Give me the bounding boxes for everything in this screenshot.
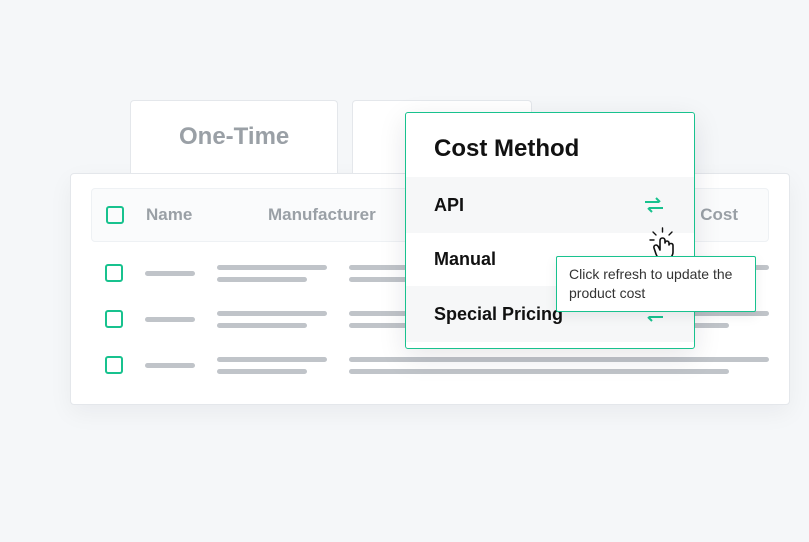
placeholder	[217, 357, 327, 362]
placeholder	[145, 317, 195, 322]
placeholder	[217, 369, 307, 374]
popover-title: Cost Method	[406, 113, 694, 177]
placeholder	[145, 271, 195, 276]
refresh-icon[interactable]	[642, 193, 666, 217]
method-label: Special Pricing	[434, 304, 563, 325]
column-manufacturer: Manufacturer	[268, 205, 418, 225]
row-checkbox[interactable]	[105, 356, 123, 374]
placeholder	[217, 323, 307, 328]
tab-one-time[interactable]: One-Time	[130, 100, 338, 173]
placeholder	[217, 311, 327, 316]
table-row[interactable]	[105, 356, 769, 374]
refresh-tooltip: Click refresh to update the product cost	[556, 256, 756, 312]
method-label: API	[434, 195, 464, 216]
placeholder	[349, 369, 729, 374]
placeholder	[349, 357, 769, 362]
column-cost: Cost	[700, 205, 754, 225]
placeholder	[217, 265, 327, 270]
row-checkbox[interactable]	[105, 310, 123, 328]
column-name: Name	[146, 205, 246, 225]
row-checkbox[interactable]	[105, 264, 123, 282]
placeholder	[145, 363, 195, 368]
cost-method-popover: Cost Method API Manual Special Pricing	[405, 112, 695, 349]
method-label: Manual	[434, 249, 496, 270]
method-api[interactable]: API	[406, 177, 694, 233]
placeholder	[217, 277, 307, 282]
select-all-checkbox[interactable]	[106, 206, 124, 224]
